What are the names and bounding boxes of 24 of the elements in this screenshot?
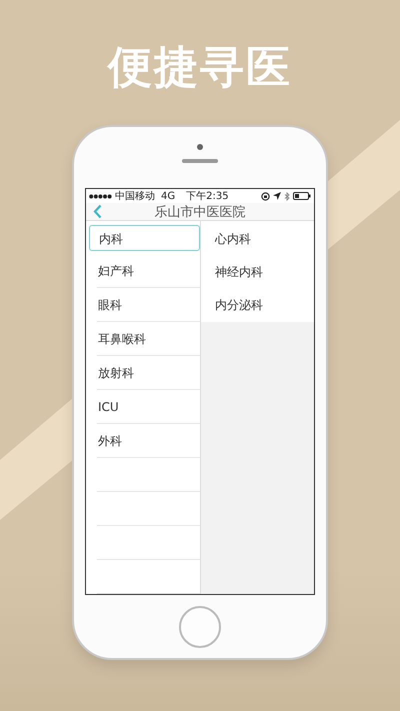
- battery-icon: [293, 192, 311, 200]
- department-item[interactable]: 妇产科: [97, 258, 200, 284]
- speaker-icon: [182, 159, 218, 163]
- department-item[interactable]: 放射科: [97, 360, 200, 386]
- department-item[interactable]: 外科: [97, 428, 200, 454]
- subdepartment-item[interactable]: 神经内科: [201, 256, 314, 289]
- home-button[interactable]: [179, 606, 221, 648]
- location-icon: [273, 192, 281, 200]
- nav-title: 乐山市中医医院: [154, 204, 246, 220]
- subdepartment-item[interactable]: 内分泌科: [201, 289, 314, 322]
- signal-icon: [89, 194, 112, 198]
- department-item[interactable]: 眼科: [97, 292, 200, 318]
- department-item[interactable]: ICU: [97, 394, 200, 420]
- rotation-lock-icon: [261, 192, 270, 200]
- network-text: 4G: [161, 190, 176, 202]
- camera-icon: [197, 144, 203, 150]
- headline: 便捷寻医: [108, 41, 292, 95]
- carrier-text: 中国移动: [115, 190, 155, 203]
- subdepartment-item[interactable]: 心内科: [201, 223, 314, 256]
- department-item[interactable]: 内科: [89, 224, 200, 250]
- bluetooth-icon: [284, 192, 290, 200]
- back-icon[interactable]: [93, 204, 102, 219]
- department-item[interactable]: 耳鼻喉科: [97, 326, 200, 352]
- status-time: 下午2:35: [186, 190, 229, 203]
